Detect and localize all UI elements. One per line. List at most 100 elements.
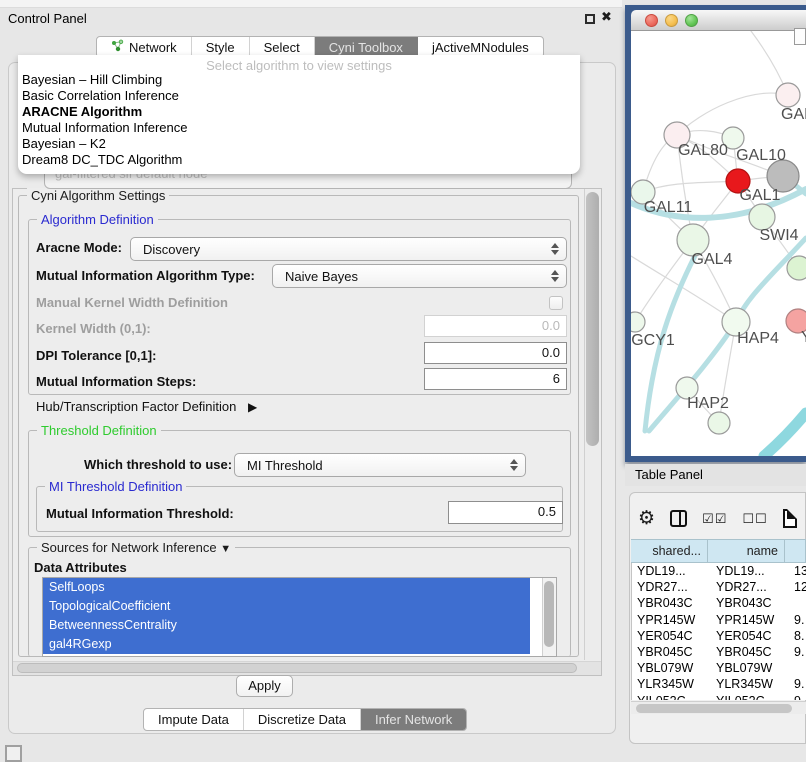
table-cell[interactable]: YER054C	[632, 628, 711, 644]
hub-definition-expander[interactable]: Hub/Transcription Factor Definition ▶	[36, 399, 257, 414]
dropdown-item-mutual-information-inference[interactable]: Mutual Information Inference	[18, 120, 580, 136]
table-row[interactable]: YER054CYER054C8.	[632, 628, 806, 644]
float-window-icon[interactable]	[585, 14, 595, 24]
table-row[interactable]: YDR27...YDR27...12	[632, 579, 806, 595]
list-scrollbar-thumb[interactable]	[544, 581, 554, 647]
vertical-scrollbar-thumb[interactable]	[586, 192, 599, 446]
tab-style[interactable]: Style	[192, 37, 250, 57]
threshold-definition-legend: Threshold Definition	[37, 423, 161, 438]
import-table-icon[interactable]	[783, 509, 797, 528]
network-node[interactable]	[631, 312, 645, 332]
attribute-item-gal4rgexp[interactable]: gal4RGexp	[43, 635, 530, 654]
table-cell[interactable]: YLR345W	[632, 676, 711, 692]
mi-type-combo[interactable]: Naive Bayes	[272, 264, 567, 288]
kernel-width-field[interactable]: 0.0	[424, 315, 567, 337]
zoom-window-icon[interactable]	[685, 14, 698, 27]
table-cell[interactable]: YDR27...	[711, 579, 789, 595]
table-row[interactable]: YIL052CYIL052C9.	[632, 693, 806, 701]
tab-label: Impute Data	[158, 712, 229, 727]
attribute-item-topologicalcoefficient[interactable]: TopologicalCoefficient	[43, 597, 530, 616]
table-cell[interactable]: YPR145W	[711, 612, 789, 628]
tab-impute-data[interactable]: Impute Data	[144, 709, 244, 730]
table-row[interactable]: YDL19...YDL19...13	[632, 563, 806, 579]
column-header-shared-name[interactable]: shared...	[631, 540, 708, 562]
close-window-icon[interactable]	[645, 14, 658, 27]
table-cell[interactable]: YBR045C	[711, 644, 789, 660]
dropdown-item-bayesian-k2[interactable]: Bayesian – K2	[18, 136, 580, 152]
table-cell[interactable]: YDR27...	[632, 579, 711, 595]
table-row[interactable]: YBR043CYBR043C	[632, 595, 806, 611]
table-cell[interactable]: 8.	[789, 628, 806, 644]
table-cell[interactable]: YPR145W	[632, 612, 711, 628]
table-cell[interactable]: 13	[789, 563, 806, 579]
tab-network[interactable]: Network	[97, 37, 192, 57]
horizontal-scrollbar-thumb[interactable]	[17, 663, 577, 673]
network-node[interactable]	[708, 412, 730, 434]
network-node[interactable]	[776, 83, 800, 107]
list-scrollbar-track[interactable]	[542, 578, 556, 656]
table-cell[interactable]: YIL052C	[632, 693, 711, 701]
tab-label: Discretize Data	[258, 712, 346, 727]
tab-discretize-data[interactable]: Discretize Data	[244, 709, 361, 730]
network-node[interactable]	[787, 256, 806, 280]
split-columns-icon[interactable]	[670, 510, 687, 527]
dpi-tolerance-field[interactable]: 0.0	[424, 342, 567, 364]
table-cell[interactable]: 9.	[789, 612, 806, 628]
table-cell[interactable]: YDL19...	[632, 563, 711, 579]
table-cell[interactable]	[789, 660, 806, 676]
table-cell[interactable]: 9.	[789, 676, 806, 692]
apply-button[interactable]: Apply	[236, 675, 293, 697]
tab-select[interactable]: Select	[250, 37, 315, 57]
close-icon[interactable]: ✖	[601, 9, 612, 25]
dropdown-item-bayesian-hill-climbing[interactable]: Bayesian – Hill Climbing	[18, 72, 580, 88]
minimize-window-icon[interactable]	[665, 14, 678, 27]
node-label-gal4: GAL4	[692, 251, 733, 268]
table-cell[interactable]: YIL052C	[711, 693, 789, 701]
data-attributes-list[interactable]: SelfLoopsTopologicalCoefficientBetweenne…	[42, 577, 557, 657]
tab-cyni-toolbox[interactable]: Cyni Toolbox	[315, 37, 418, 57]
table-row[interactable]: YPR145WYPR145W9.	[632, 612, 806, 628]
tab-infer-network[interactable]: Infer Network	[361, 709, 466, 730]
table-cell[interactable]: YBR045C	[632, 644, 711, 660]
table-row[interactable]: YBR045CYBR045C9.	[632, 644, 806, 660]
table-row[interactable]: YBL079WYBL079W	[632, 660, 806, 676]
node-label-gal10: GAL10	[736, 147, 786, 164]
network-edge[interactable]	[764, 413, 806, 456]
column-header-name[interactable]: name	[708, 540, 785, 562]
which-threshold-combo[interactable]: MI Threshold	[234, 453, 526, 477]
gear-icon[interactable]: ⚙	[638, 509, 655, 528]
deselect-all-icon[interactable]: ☐☐	[742, 512, 767, 525]
manual-kernel-checkbox[interactable]	[549, 296, 563, 310]
dropdown-item-dream8-dc-tdc-algorithm[interactable]: Dream8 DC_TDC Algorithm	[18, 152, 580, 168]
expand-right-icon[interactable]: ▶	[248, 400, 257, 414]
select-all-icon[interactable]: ☑☑	[702, 512, 727, 525]
table-cell[interactable]: 9.	[789, 693, 806, 701]
network-edge[interactable]	[643, 181, 738, 192]
tab-jactivemnodules[interactable]: jActiveMNodules	[418, 37, 543, 57]
cyni-settings-legend: Cyni Algorithm Settings	[27, 188, 169, 203]
collapsed-panel-button[interactable]	[5, 745, 22, 762]
table-hscrollbar-thumb[interactable]	[636, 704, 792, 713]
table-cell[interactable]: YBL079W	[632, 660, 711, 676]
table-row[interactable]: YLR345WYLR345W9.	[632, 676, 806, 692]
table-cell[interactable]: YER054C	[711, 628, 789, 644]
table-cell[interactable]	[789, 595, 806, 611]
aracne-mode-combo[interactable]: Discovery	[130, 237, 567, 261]
column-header-partial[interactable]	[785, 540, 806, 562]
table-cell[interactable]: 12	[789, 579, 806, 595]
attribute-item-selfloops[interactable]: SelfLoops	[43, 578, 530, 597]
dropdown-item-aracne-algorithm[interactable]: ARACNE Algorithm	[18, 104, 580, 120]
mi-steps-field[interactable]: 6	[424, 368, 567, 390]
table-hscrollbar-track[interactable]	[631, 701, 806, 714]
table-cell[interactable]: YBR043C	[632, 595, 711, 611]
network-canvas[interactable]: GALGAL80GAL10GAL1GAL11SWI4GAL4GCY1HAP4YH…	[631, 31, 806, 456]
table-cell[interactable]: YBL079W	[711, 660, 789, 676]
attribute-item-betweennesscentrality[interactable]: BetweennessCentrality	[43, 616, 530, 635]
dropdown-item-basic-correlation-inference[interactable]: Basic Correlation Inference	[18, 88, 580, 104]
expand-down-icon[interactable]: ▼	[220, 543, 231, 555]
table-cell[interactable]: YBR043C	[711, 595, 789, 611]
table-cell[interactable]: YDL19...	[711, 563, 789, 579]
table-cell[interactable]: 9.	[789, 644, 806, 660]
mi-threshold-field[interactable]: 0.5	[448, 501, 563, 524]
table-cell[interactable]: YLR345W	[711, 676, 789, 692]
